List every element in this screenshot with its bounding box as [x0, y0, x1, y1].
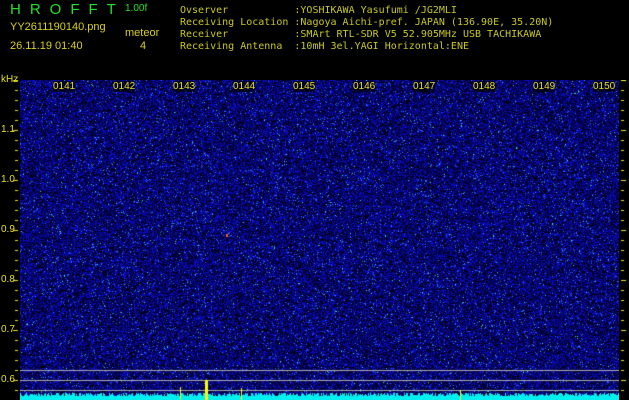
version-label: 1.00f	[125, 3, 148, 14]
meteor-count: 4	[140, 40, 147, 52]
axis-ticks	[0, 80, 629, 400]
observer-info: Ovserver :YOSHIKAWA Yasufumi /JG2MLI	[180, 5, 457, 16]
location-info: Receiving Location :Nagoya Aichi-pref. J…	[180, 17, 554, 28]
filename: YY2611190140.png	[10, 21, 106, 33]
meteor-label: meteor	[125, 27, 160, 39]
antenna-info: Receiving Antenna :10mH 3el.YAGI Horizon…	[180, 41, 469, 52]
app-logo: HROFFT	[10, 1, 125, 18]
receiver-info: Receiver :SMArt RTL-SDR V5 52.905MHz USB…	[180, 29, 542, 40]
datetime: 26.11.19 01:40	[10, 40, 83, 52]
